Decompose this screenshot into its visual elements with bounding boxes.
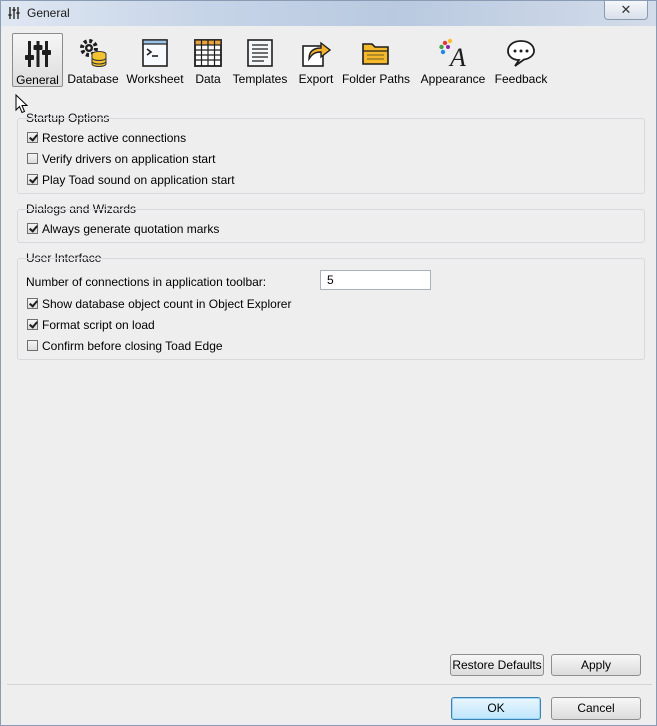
tab-general[interactable]: General: [12, 33, 63, 87]
tab-folder-paths[interactable]: Folder Paths: [341, 33, 411, 87]
close-icon[interactable]: ✕: [621, 2, 632, 17]
checkbox-box[interactable]: [27, 319, 38, 330]
sliders-icon: [24, 41, 51, 67]
checkbox-box[interactable]: [27, 223, 38, 234]
tab-worksheet[interactable]: Worksheet: [124, 33, 186, 87]
tab-general-label: General: [16, 73, 59, 87]
checkbox-label: Verify drivers on application start: [42, 152, 216, 166]
restore-defaults-button[interactable]: Restore Defaults: [450, 654, 544, 676]
checkbox-label: Play Toad sound on application start: [42, 173, 235, 187]
checkbox-label: Format script on load: [42, 318, 155, 332]
checkbox-label: Confirm before closing Toad Edge: [42, 339, 223, 353]
tab-templates[interactable]: Templates: [229, 33, 291, 87]
tab-appearance-label: Appearance: [420, 72, 486, 86]
checkbox-box[interactable]: [27, 298, 38, 309]
tab-database-label: Database: [67, 72, 119, 86]
tab-export[interactable]: Export: [296, 33, 336, 87]
terminal-icon: [142, 39, 168, 67]
tab-data[interactable]: Data: [192, 33, 224, 87]
checkbox-box[interactable]: [27, 340, 38, 351]
connections-count-input[interactable]: [320, 270, 431, 290]
checkbox-label: Show database object count in Object Exp…: [42, 297, 292, 311]
tab-folder-paths-label: Folder Paths: [341, 72, 411, 86]
grid-icon: [194, 39, 222, 67]
checkbox-label: Always generate quotation marks: [42, 222, 220, 236]
separator: [7, 684, 652, 685]
tab-feedback[interactable]: Feedback: [492, 33, 550, 87]
cancel-button[interactable]: Cancel: [551, 697, 641, 720]
tab-templates-label: Templates: [232, 72, 288, 86]
checkbox-box[interactable]: [27, 153, 38, 164]
checkbox-box[interactable]: [27, 174, 38, 185]
close-button[interactable]: ✕: [604, 1, 648, 20]
tab-feedback-label: Feedback: [494, 72, 548, 86]
sliders-icon: [8, 7, 20, 19]
dialogs-wizards-group: Always generate quotation marks: [17, 209, 645, 243]
ok-button[interactable]: OK: [451, 697, 541, 720]
export-arrow-icon: [302, 41, 332, 67]
preferences-dialog: General ✕ General Database Worksheet Dat…: [0, 0, 657, 726]
preferences-toolbar: General Database Worksheet Data Template…: [7, 31, 652, 89]
document-list-icon: [247, 39, 273, 67]
tab-data-label: Data: [195, 72, 221, 86]
connections-count-label: Number of connections in application too…: [26, 275, 267, 289]
startup-options-group: Restore active connections Verify driver…: [17, 118, 645, 194]
apply-button[interactable]: Apply: [551, 654, 641, 676]
folder-icon: [362, 43, 389, 65]
speech-bubble-icon: [507, 40, 535, 67]
general-settings-panel: Startup Options Restore active connectio…: [7, 93, 652, 679]
window-title: General: [27, 6, 70, 20]
tab-appearance[interactable]: A Appearance: [418, 33, 488, 87]
database-gear-icon: [80, 39, 107, 67]
mouse-cursor-icon: [15, 94, 29, 114]
font-appearance-icon: A: [439, 38, 466, 69]
svg-text:A: A: [448, 43, 466, 69]
checkbox-label: Restore active connections: [42, 131, 187, 145]
checkbox-box[interactable]: [27, 132, 38, 143]
tab-worksheet-label: Worksheet: [126, 72, 184, 86]
title-bar[interactable]: General ✕: [1, 1, 656, 26]
tab-export-label: Export: [298, 72, 334, 86]
tab-database[interactable]: Database: [67, 33, 119, 87]
